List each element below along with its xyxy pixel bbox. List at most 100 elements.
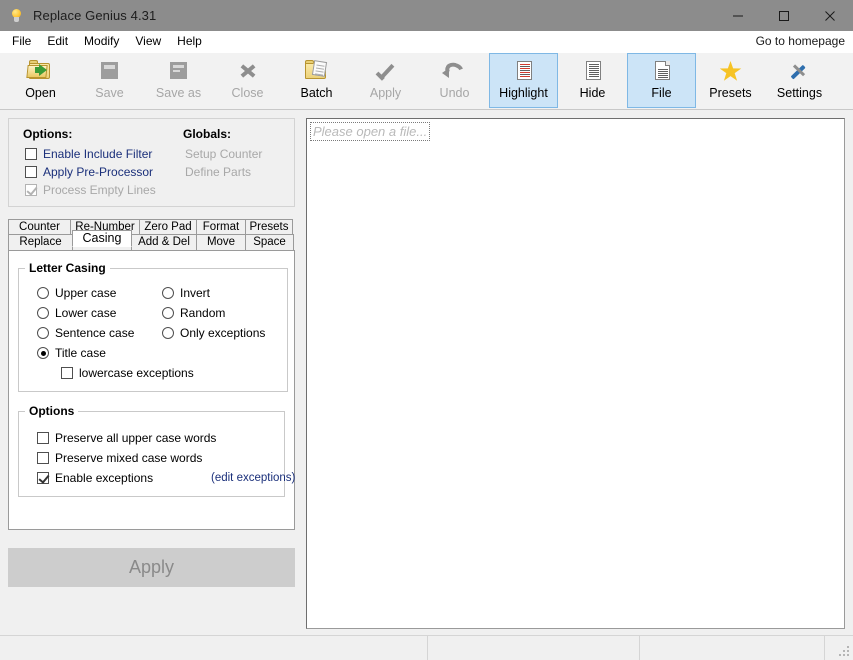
- hide-lines-icon: [578, 58, 608, 85]
- toolbar-label-open: Open: [25, 86, 56, 100]
- toolbar-button-settings[interactable]: Settings: [765, 53, 834, 108]
- menu-file[interactable]: File: [4, 31, 39, 52]
- toolbar-button-close[interactable]: Close: [213, 53, 282, 108]
- maximize-button[interactable]: [761, 0, 807, 31]
- resize-grip-icon[interactable]: [839, 646, 851, 658]
- radio-row-lower-case[interactable]: Lower case: [37, 303, 162, 323]
- label-lowercase-exceptions: lowercase exceptions: [79, 366, 194, 380]
- checkbox-enable-include-filter[interactable]: [25, 148, 37, 160]
- open-folder-icon: [25, 58, 56, 85]
- go-to-homepage-link[interactable]: Go to homepage: [756, 31, 845, 52]
- undo-arrow-icon: [440, 58, 470, 85]
- radio-row-sentence-case[interactable]: Sentence case: [37, 323, 162, 343]
- radio-row-title-case[interactable]: Title case: [37, 343, 162, 363]
- option-apply-pre-processor[interactable]: Apply Pre-Processor: [25, 163, 183, 181]
- toolbar-button-save-as[interactable]: Save as: [144, 53, 213, 108]
- label-apply-pre-processor[interactable]: Apply Pre-Processor: [43, 165, 153, 179]
- label-only-exceptions: Only exceptions: [180, 326, 266, 340]
- radio-lower-case[interactable]: [37, 307, 49, 319]
- checkbox-row-lowercase-exceptions[interactable]: lowercase exceptions: [19, 363, 287, 383]
- radio-row-random[interactable]: Random: [162, 303, 287, 323]
- tools-icon: [785, 58, 815, 85]
- toolbar-label-apply: Apply: [369, 86, 402, 100]
- menu-bar: File Edit Modify View Help Go to homepag…: [0, 31, 853, 53]
- tab-casing[interactable]: Casing: [72, 230, 132, 247]
- menu-edit[interactable]: Edit: [39, 31, 76, 52]
- radio-invert[interactable]: [162, 287, 174, 299]
- radio-upper-case[interactable]: [37, 287, 49, 299]
- toolbar-button-help[interactable]: ? He: [834, 53, 853, 108]
- status-segment-1: [0, 636, 428, 660]
- option-enable-include-filter[interactable]: Enable Include Filter: [25, 145, 183, 163]
- letter-casing-right-column: Invert Random Only exceptions: [162, 283, 287, 363]
- menu-help[interactable]: Help: [169, 31, 210, 52]
- highlight-lines-icon: [509, 58, 539, 85]
- letter-casing-radios: Upper case Lower case Sentence case Titl…: [19, 281, 287, 363]
- checkbox-preserve-mixed-case-words[interactable]: [37, 452, 49, 464]
- checkbox-apply-pre-processor[interactable]: [25, 166, 37, 178]
- globals-column: Globals: Setup Counter Define Parts: [183, 127, 293, 206]
- lightbulb-icon: [9, 8, 25, 24]
- toolbar-label-presets: Presets: [709, 86, 752, 100]
- checkbox-lowercase-exceptions[interactable]: [61, 367, 73, 379]
- toolbar-button-save[interactable]: Save: [75, 53, 144, 108]
- checkmark-icon: [371, 58, 401, 85]
- radio-only-exceptions[interactable]: [162, 327, 174, 339]
- checkbox-enable-exceptions[interactable]: [37, 472, 49, 484]
- radio-title-case[interactable]: [37, 347, 49, 359]
- close-x-icon: [233, 58, 263, 85]
- tab-format[interactable]: Format: [196, 219, 246, 235]
- checkbox-row-enable-exceptions[interactable]: Enable exceptions (edit exceptions): [37, 468, 295, 488]
- label-enable-include-filter[interactable]: Enable Include Filter: [43, 147, 152, 161]
- checkbox-row-preserve-all-upper[interactable]: Preserve all upper case words: [37, 428, 284, 448]
- tab-space[interactable]: Space: [245, 234, 294, 251]
- apply-button[interactable]: Apply: [8, 548, 295, 587]
- toolbar-button-batch[interactable]: Batch: [282, 53, 351, 108]
- letter-casing-legend: Letter Casing: [29, 261, 106, 275]
- label-lower-case: Lower case: [55, 306, 117, 320]
- radio-row-only-exceptions[interactable]: Only exceptions: [162, 323, 287, 343]
- radio-random[interactable]: [162, 307, 174, 319]
- editor-placeholder: Please open a file...: [309, 122, 431, 141]
- toolbar-button-apply[interactable]: Apply: [351, 53, 420, 108]
- save-as-disk-icon: [164, 58, 194, 85]
- global-define-parts: Define Parts: [185, 165, 252, 179]
- left-panel: Options: Enable Include Filter Apply Pre…: [0, 110, 303, 635]
- toolbar-button-highlight[interactable]: Highlight: [489, 53, 558, 108]
- minimize-button[interactable]: [715, 0, 761, 31]
- checkbox-preserve-all-upper-case-words[interactable]: [37, 432, 49, 444]
- tab-move[interactable]: Move: [196, 234, 246, 251]
- tab-add-del[interactable]: Add & Del: [131, 234, 197, 251]
- toolbar-button-file[interactable]: File: [627, 53, 696, 108]
- tab-presets[interactable]: Presets: [245, 219, 293, 235]
- radio-sentence-case[interactable]: [37, 327, 49, 339]
- letter-casing-left-column: Upper case Lower case Sentence case Titl…: [37, 283, 162, 363]
- menu-view[interactable]: View: [127, 31, 169, 52]
- radio-row-upper-case[interactable]: Upper case: [37, 283, 162, 303]
- status-bar: [0, 635, 853, 660]
- toolbar: Open Save Save as Close Batch Apply Undo…: [0, 53, 853, 110]
- file-content-editor[interactable]: Please open a file...: [306, 118, 845, 629]
- radio-row-invert[interactable]: Invert: [162, 283, 287, 303]
- edit-exceptions-link[interactable]: (edit exceptions): [211, 472, 295, 484]
- close-button[interactable]: [807, 0, 853, 31]
- menu-modify[interactable]: Modify: [76, 31, 127, 52]
- status-segment-2: [428, 636, 640, 660]
- tab-replace[interactable]: Replace: [8, 234, 73, 251]
- toolbar-button-presets[interactable]: Presets: [696, 53, 765, 108]
- toolbar-button-hide[interactable]: Hide: [558, 53, 627, 108]
- star-icon: [716, 58, 746, 85]
- checkbox-row-preserve-mixed[interactable]: Preserve mixed case words: [37, 448, 284, 468]
- tab-zero-pad[interactable]: Zero Pad: [139, 219, 197, 235]
- options-globals-box: Options: Enable Include Filter Apply Pre…: [8, 118, 295, 207]
- casing-options-group: Options Preserve all upper case words Pr…: [18, 404, 295, 497]
- casing-options-rows: Preserve all upper case words Preserve m…: [19, 424, 295, 488]
- toolbar-button-undo[interactable]: Undo: [420, 53, 489, 108]
- casing-tab-panel: Letter Casing Upper case Lower case Sent…: [8, 250, 295, 530]
- batch-folder-icon: [302, 58, 332, 85]
- tab-counter[interactable]: Counter: [8, 219, 71, 235]
- tab-row-2: Replace Casing Add & Del Move Space: [8, 230, 295, 251]
- application-window: Replace Genius 4.31 File Edit Modify Vie…: [0, 0, 853, 660]
- toolbar-label-undo: Undo: [439, 86, 470, 100]
- toolbar-button-open[interactable]: Open: [6, 53, 75, 108]
